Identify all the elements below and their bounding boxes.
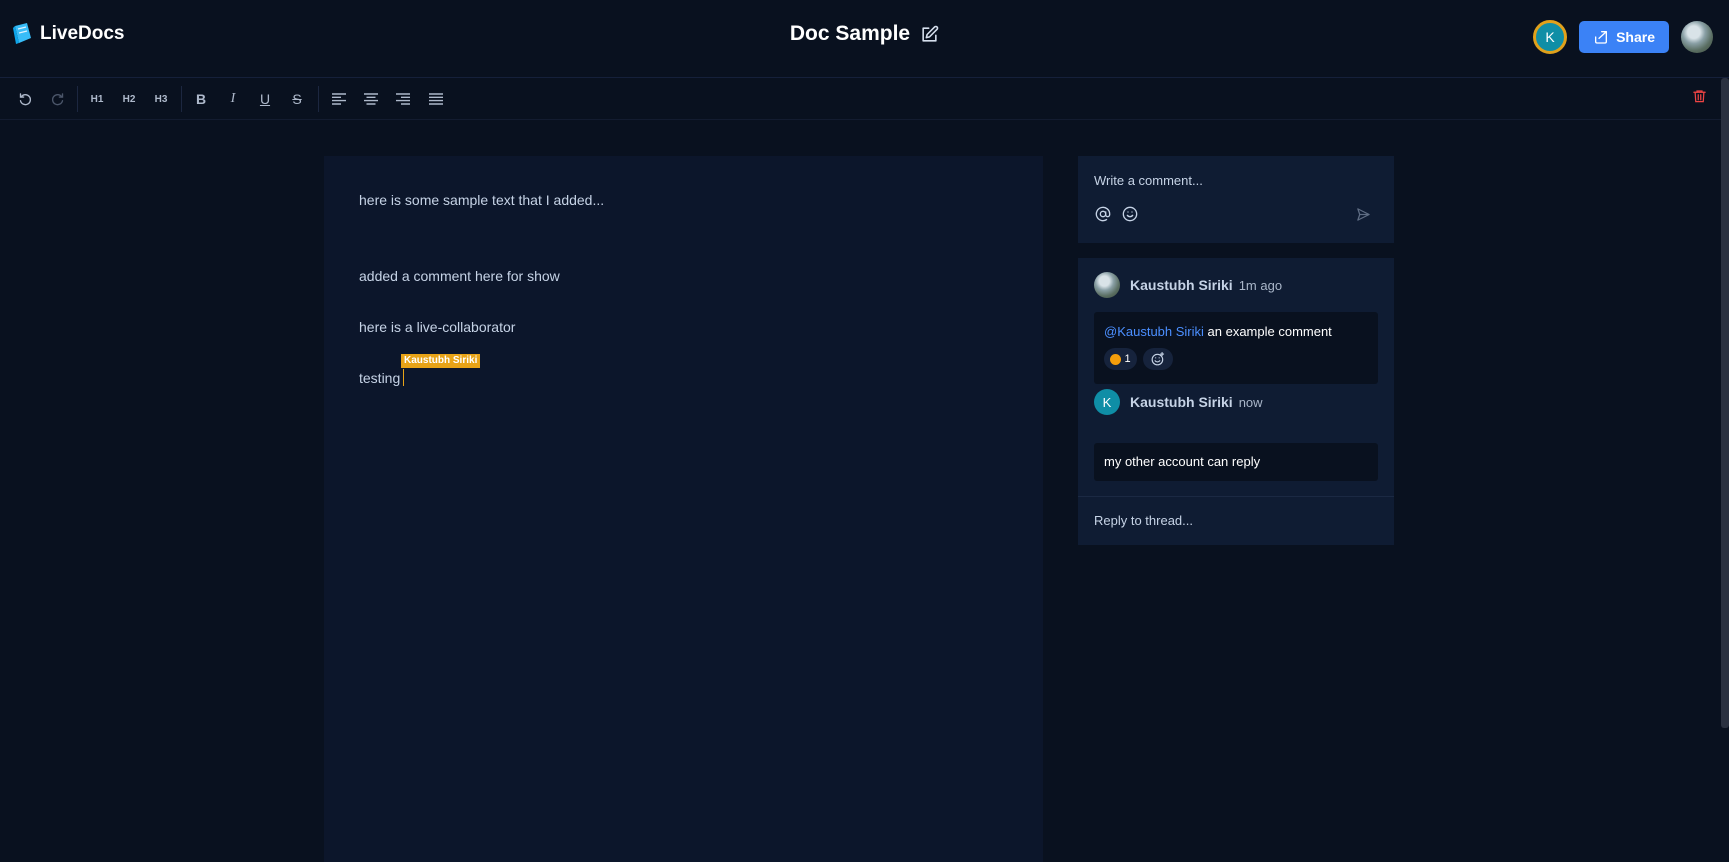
live-cursor-label: Kaustubh Siriki [401,354,481,368]
share-button-label: Share [1616,29,1655,45]
reply-author-name: Kaustubh Siriki [1130,394,1233,410]
trash-icon [1693,90,1706,103]
edit-icon[interactable] [920,25,939,44]
add-reaction-button[interactable] [1143,348,1173,370]
share-button[interactable]: Share [1579,21,1669,53]
delete-document-button[interactable] [1692,88,1707,109]
reply-author-avatar: K [1094,389,1120,415]
editor-paragraph[interactable]: here is a live-collaborator [359,319,515,335]
editor-canvas[interactable]: here is some sample text that I added...… [324,156,1043,862]
mention-button[interactable] [1095,206,1111,222]
comment-input[interactable]: Write a comment... [1094,173,1203,188]
comment-body: @Kaustubh Siriki an example comment 1 [1094,312,1378,384]
doc-title-area: Doc Sample [0,22,1729,46]
bold-button[interactable]: B [189,88,213,110]
live-cursor-caret [403,369,404,386]
collaborator-avatar[interactable]: K [1533,20,1568,54]
add-emoji-icon [1151,352,1165,366]
emoji-button[interactable] [1122,206,1138,222]
align-justify-button[interactable] [424,88,448,110]
align-justify-icon [429,93,443,105]
emoji-reaction[interactable]: 1 [1104,348,1137,370]
editor-paragraph[interactable]: testing [359,370,400,386]
at-sign-icon [1095,206,1111,222]
heading-3-button[interactable]: H3 [149,88,173,110]
send-comment-button[interactable] [1356,207,1371,222]
smile-icon [1122,206,1138,222]
reply-input[interactable]: Reply to thread... [1094,513,1193,528]
send-icon [1357,208,1370,221]
align-center-button[interactable] [359,88,383,110]
align-right-button[interactable] [391,88,415,110]
page-scrollbar[interactable] [1721,78,1729,728]
comment-text: an example comment [1203,324,1332,339]
align-left-icon [332,93,346,105]
reply-body: my other account can reply [1094,443,1378,481]
comment-author: Kaustubh Siriki 1m ago [1130,277,1282,293]
comment-mention[interactable]: @Kaustubh Siriki [1104,324,1204,339]
reaction-count: 1 [1124,353,1131,365]
toolbar-divider [181,86,182,112]
editor-paragraph[interactable]: here is some sample text that I added... [359,192,604,208]
heading-1-button[interactable]: H1 [85,88,109,110]
comment-thread: Kaustubh Siriki 1m ago @Kaustubh Siriki a… [1078,258,1394,545]
top-header: LiveDocs Doc Sample K Share [0,0,1729,78]
italic-button[interactable]: I [221,88,245,110]
redo-button[interactable] [45,88,69,110]
undo-button[interactable] [13,88,37,110]
formatting-toolbar: H1 H2 H3 B I U S [0,78,1729,120]
editor-paragraph[interactable]: added a comment here for show [359,268,560,284]
toolbar-divider [318,86,319,112]
share-icon [1595,31,1608,44]
align-right-icon [396,93,410,105]
document-title[interactable]: Doc Sample [790,22,910,46]
underline-button[interactable]: U [253,88,277,110]
reply-author: Kaustubh Siriki now [1130,394,1263,410]
reply-timestamp: now [1238,395,1263,410]
undo-icon [19,92,31,105]
reply-text: my other account can reply [1104,454,1261,469]
heading-2-button[interactable]: H2 [117,88,141,110]
align-left-button[interactable] [327,88,351,110]
align-center-icon [364,93,378,105]
strikethrough-button[interactable]: S [285,88,309,110]
comment-timestamp: 1m ago [1238,278,1283,293]
comment-author-name: Kaustubh Siriki [1130,277,1233,293]
redo-icon [51,92,63,105]
reaction-emoji-icon [1110,353,1122,365]
comment-composer: Write a comment... [1078,156,1394,243]
header-actions: K Share [1533,20,1713,54]
thread-divider [1078,496,1394,497]
toolbar-divider [77,86,78,112]
comment-author-avatar [1094,272,1120,298]
user-avatar[interactable] [1681,21,1713,53]
